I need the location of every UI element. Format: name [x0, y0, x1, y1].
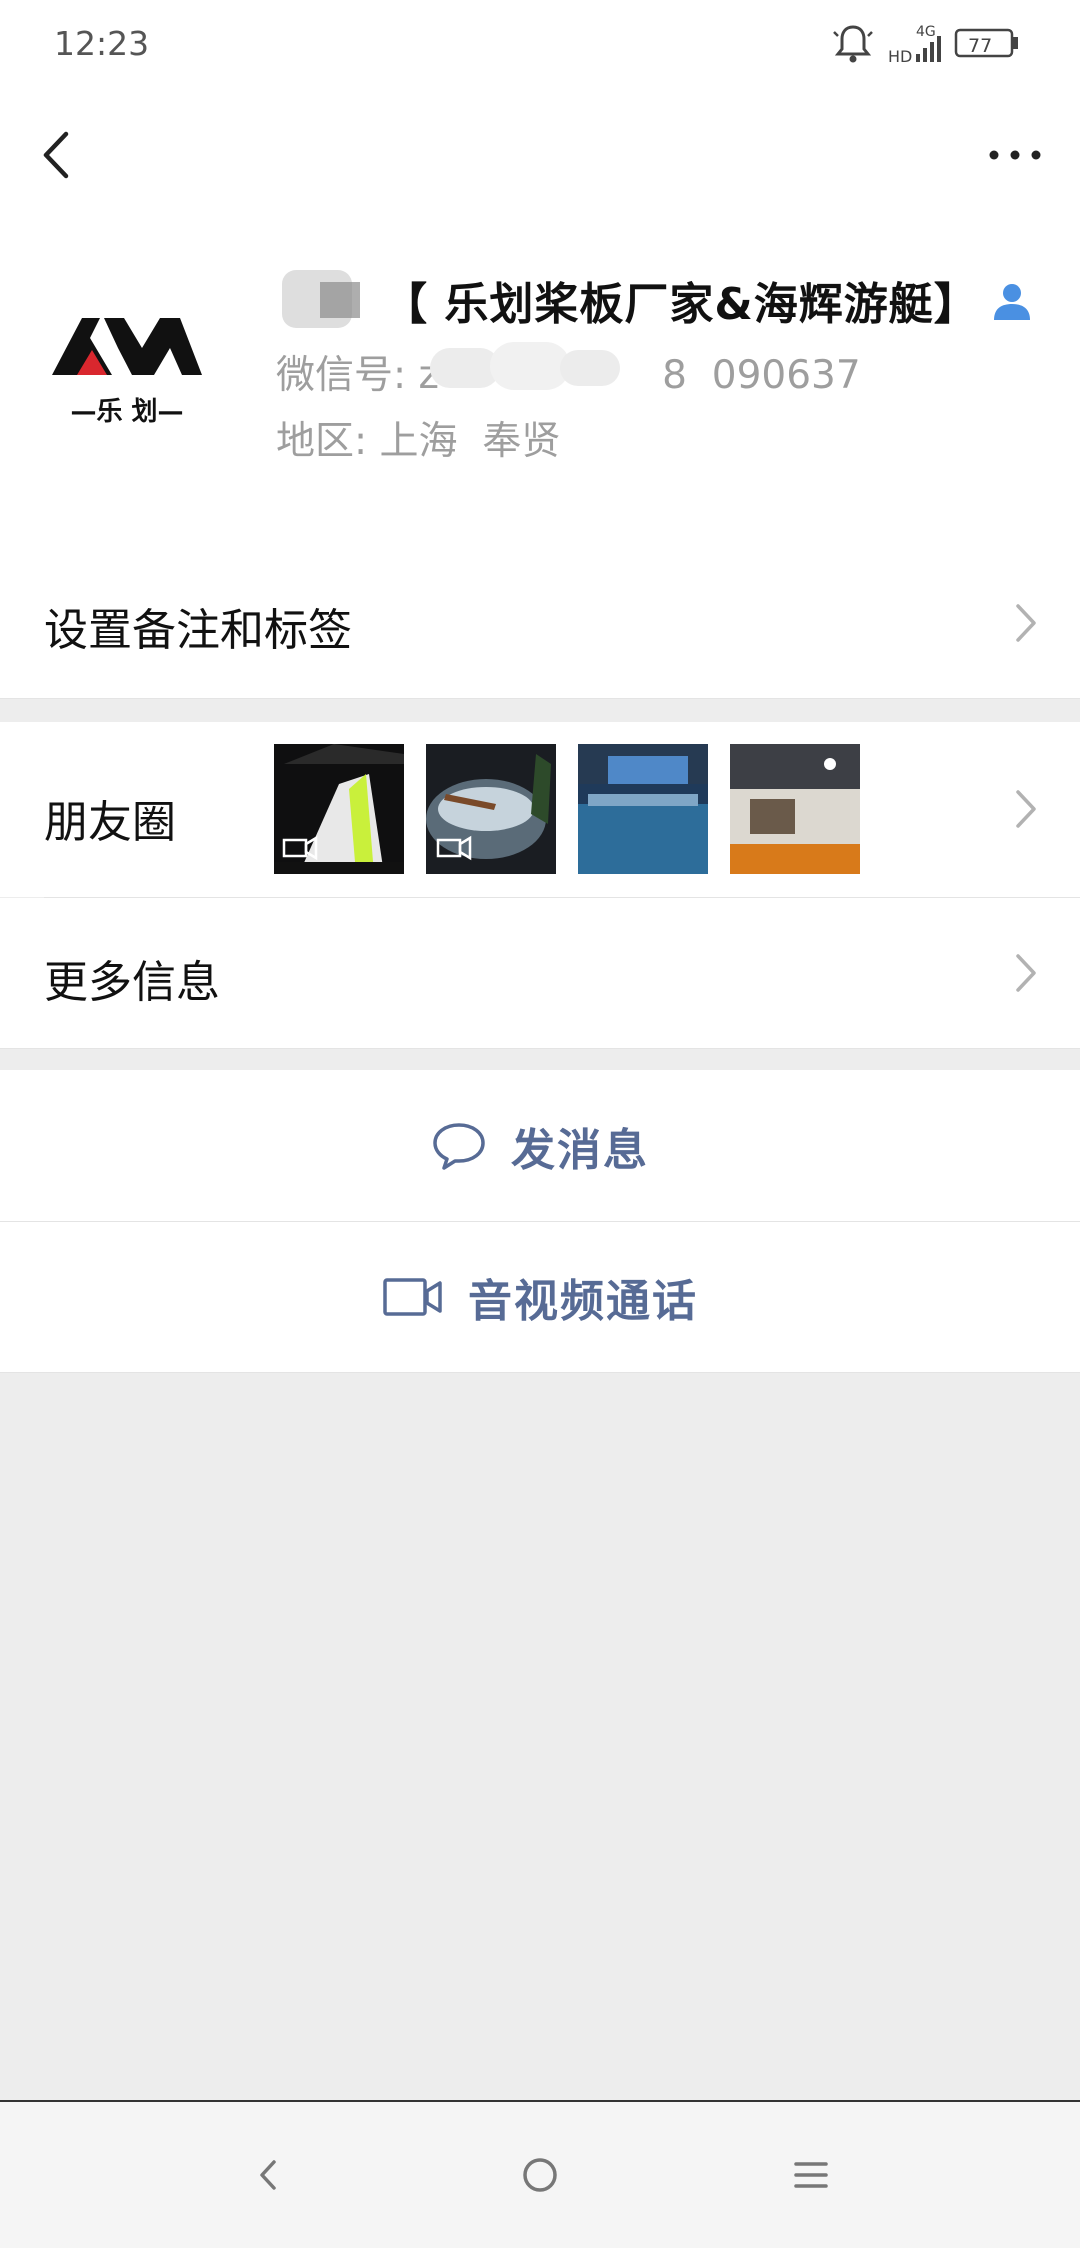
signal-icon: HD 4G	[888, 24, 941, 66]
moments-thumbnail[interactable]	[730, 744, 860, 874]
chevron-right-icon	[1016, 954, 1036, 992]
more-options-icon[interactable]	[980, 122, 1050, 188]
system-back-icon[interactable]	[244, 2150, 294, 2200]
network-type-label: 4G	[916, 24, 936, 40]
region-label: 地区:	[276, 419, 380, 464]
back-arrow-icon[interactable]	[30, 120, 90, 190]
video-camera-icon	[383, 1278, 442, 1316]
set-remark-and-tags-cell[interactable]: 设置备注和标签	[0, 548, 1080, 699]
chevron-right-icon	[1016, 604, 1036, 642]
moments-label: 朋友圈	[44, 797, 176, 848]
remark-label: 设置备注和标签	[44, 605, 352, 656]
send-message-label: 发消息	[511, 1124, 649, 1176]
send-message-button[interactable]: 发消息	[0, 1070, 1080, 1222]
name-blurred-prefix	[268, 264, 378, 336]
alarm-bell-icon	[833, 25, 873, 63]
profile-header: —乐 划— 【 乐划桨板厂家&海辉游艇】 微信号: z 8 090637 地区:…	[0, 220, 1080, 549]
region-value: 上海 奉贤	[379, 419, 561, 464]
status-bar: 12:23 HD 4G 77	[0, 0, 1080, 92]
moments-thumbnail[interactable]	[426, 744, 556, 874]
video-call-button[interactable]: 音视频通话	[0, 1222, 1080, 1373]
status-time: 12:23	[54, 24, 150, 63]
name-row: 【 乐划桨板厂家&海辉游艇】	[268, 264, 1034, 336]
wechat-id-label: 微信号:	[276, 353, 419, 398]
region-row: 地区: 上海 奉贤	[276, 410, 560, 466]
moments-thumbnail[interactable]	[274, 744, 404, 874]
more-info-cell[interactable]: 更多信息	[0, 898, 1080, 1049]
status-icons: HD 4G 77	[830, 22, 1030, 72]
wechat-id-blur	[430, 338, 630, 394]
battery-level: 77	[968, 35, 992, 57]
chat-bubble-icon	[433, 1122, 485, 1170]
network-hd-label: HD	[888, 47, 912, 66]
contact-person-icon	[993, 284, 1030, 320]
avatar[interactable]: —乐 划—	[42, 270, 212, 440]
video-call-label: 音视频通话	[468, 1276, 698, 1327]
system-home-icon[interactable]	[515, 2150, 565, 2200]
more-info-label: 更多信息	[44, 957, 220, 1008]
moments-thumbnail[interactable]	[578, 744, 708, 874]
profile-name: 【 乐划桨板厂家&海辉游艇】	[383, 279, 979, 330]
system-navigation-bar	[0, 2100, 1080, 2248]
system-menu-icon[interactable]	[786, 2150, 836, 2200]
avatar-brand-text: —乐 划—	[70, 397, 183, 427]
battery-icon: 77	[954, 28, 1018, 58]
moments-cell[interactable]: 朋友圈	[0, 722, 1080, 897]
chevron-right-icon	[1016, 790, 1036, 828]
nav-bar	[0, 92, 1080, 220]
